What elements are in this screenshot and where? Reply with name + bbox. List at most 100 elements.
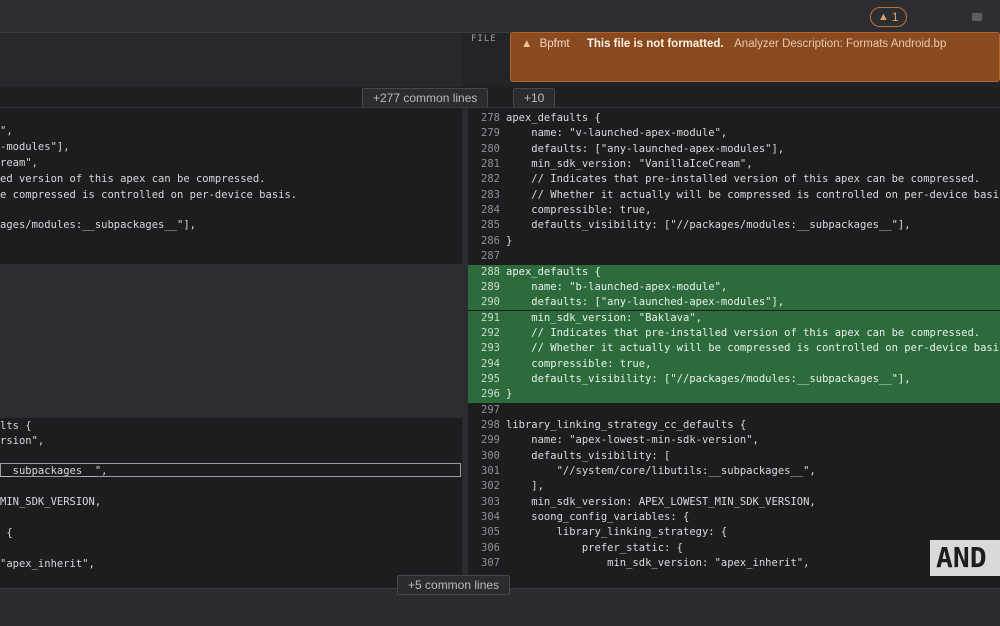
line-number[interactable]: 292: [468, 326, 500, 341]
expand-10-lines-button[interactable]: +10: [513, 88, 556, 108]
code-line: 287: [468, 249, 1000, 264]
code-text: compressible: true,: [506, 357, 652, 370]
added-code-line: 295 defaults_visibility: ["//packages/mo…: [468, 371, 1000, 388]
line-number[interactable]: 287: [468, 249, 500, 264]
code-line: 297: [468, 403, 1000, 418]
line-number[interactable]: 291: [468, 311, 500, 326]
code-text: }: [506, 388, 513, 401]
code-text: prefer_static: {: [506, 541, 684, 554]
left-code-line: ",: [0, 125, 13, 137]
code-line: 304 soong_config_variables: {: [468, 510, 1000, 525]
code-line: 303 min_sdk_version: APEX_LOWEST_MIN_SDK…: [468, 495, 1000, 510]
line-number[interactable]: 304: [468, 510, 500, 525]
left-code-line: {: [0, 527, 13, 539]
left-code-line: -modules"],: [0, 141, 70, 153]
top-toolbar: ▲ 1: [0, 0, 1000, 33]
line-number[interactable]: 299: [468, 433, 500, 448]
added-code-line: 296}: [468, 387, 1000, 403]
left-code-line: e compressed is controlled on per-device…: [0, 189, 298, 201]
line-number[interactable]: 279: [468, 126, 500, 141]
left-code-line: ages/modules:__subpackages__"],: [0, 219, 196, 231]
code-text: min_sdk_version: "Baklava",: [506, 311, 702, 324]
window-control-icon[interactable]: [972, 13, 982, 21]
code-text: name: "b-launched-apex-module",: [506, 280, 728, 293]
line-number[interactable]: 300: [468, 449, 500, 464]
code-line: 300 defaults_visibility: [: [468, 449, 1000, 464]
code-line: 282 // Indicates that pre-installed vers…: [468, 172, 1000, 187]
expand-common-lines-button[interactable]: +277 common lines: [362, 88, 489, 108]
line-number[interactable]: 296: [468, 387, 500, 402]
added-code-line: 294 compressible: true,: [468, 356, 1000, 372]
line-number[interactable]: 288: [468, 265, 500, 280]
code-text: // Indicates that pre-installed version …: [506, 326, 981, 339]
code-text: // Indicates that pre-installed version …: [506, 173, 981, 186]
file-label: FILE: [471, 34, 497, 44]
code-line: 278 apex_defaults {: [468, 111, 1000, 126]
warning-icon: ▲: [521, 38, 533, 50]
analyzer-finding-banner[interactable]: ▲ Bpfmt This file is not formatted. Anal…: [510, 32, 1000, 82]
code-text: defaults: ["any-launched-apex-modules"],: [506, 142, 785, 155]
code-text: library_linking_strategy: {: [506, 526, 728, 539]
code-text: min_sdk_version: APEX_LOWEST_MIN_SDK_VER…: [506, 495, 816, 508]
right-diff-pane: 278 apex_defaults { 279 name: "v-launched-…: [468, 108, 1000, 588]
added-code-line: 288 apex_defaults {: [468, 264, 1000, 280]
code-line: 302 ],: [468, 479, 1000, 494]
line-number[interactable]: 297: [468, 403, 500, 418]
line-number[interactable]: 286: [468, 234, 500, 249]
line-number[interactable]: 307: [468, 556, 500, 571]
line-number[interactable]: 306: [468, 541, 500, 556]
code-text: apex_defaults {: [506, 112, 601, 124]
code-line: 305 library_linking_strategy: {: [468, 525, 1000, 540]
line-number[interactable]: 283: [468, 188, 500, 203]
code-text: soong_config_variables: {: [506, 511, 690, 524]
code-line: 281 min_sdk_version: "VanillaIceCream",: [468, 157, 1000, 172]
line-number[interactable]: 298: [468, 418, 500, 433]
code-line: 298 library_linking_strategy_cc_defaults …: [468, 418, 1000, 433]
code-line: 307 min_sdk_version: "apex_inherit",: [468, 556, 1000, 571]
line-number[interactable]: 294: [468, 357, 500, 372]
line-number[interactable]: 280: [468, 142, 500, 157]
line-number[interactable]: 289: [468, 280, 500, 295]
code-line: 283 // Whether it actually will be compr…: [468, 188, 1000, 203]
code-line: 279 name: "v-launched-apex-module",: [468, 126, 1000, 141]
line-number[interactable]: 290: [468, 295, 500, 310]
expand-common-lines-bottom-button[interactable]: +5 common lines: [397, 575, 511, 595]
watermark-logo: AND: [930, 540, 1000, 576]
code-line: 284 compressible: true,: [468, 203, 1000, 218]
line-number[interactable]: 305: [468, 525, 500, 540]
code-text: // Whether it actually will be compresse…: [506, 342, 1000, 355]
left-code-line: lts {: [0, 420, 32, 432]
line-number[interactable]: 284: [468, 203, 500, 218]
code-text: "//system/core/libutils:__subpackages__"…: [506, 465, 816, 478]
code-text: }: [506, 234, 513, 247]
left-pane-header: [0, 33, 462, 87]
code-line: 285 defaults_visibility: ["//packages/mo…: [468, 218, 1000, 233]
added-code-line: 292 // Indicates that pre-installed vers…: [468, 325, 1000, 342]
code-text: name: "apex-lowest-min-sdk-version",: [506, 434, 759, 447]
line-number[interactable]: 285: [468, 218, 500, 233]
code-text: defaults_visibility: [: [506, 449, 671, 462]
line-number[interactable]: 295: [468, 372, 500, 387]
line-number[interactable]: 281: [468, 157, 500, 172]
line-number[interactable]: 303: [468, 495, 500, 510]
line-number[interactable]: 293: [468, 341, 500, 356]
line-number[interactable]: 301: [468, 464, 500, 479]
line-number[interactable]: 282: [468, 172, 500, 187]
code-text: defaults_visibility: ["//packages/module…: [506, 372, 911, 385]
analyzer-description: Analyzer Description: Formats Android.bp: [734, 38, 947, 50]
code-line: 280 defaults: ["any-launched-apex-module…: [468, 142, 1000, 157]
warning-count: 1: [891, 10, 899, 24]
code-line: 286}: [468, 234, 1000, 249]
left-code-line: __subpackages__",: [0, 465, 108, 477]
code-text: compressible: true,: [506, 204, 652, 217]
warning-count-badge[interactable]: ▲ 1: [870, 7, 907, 27]
analyzer-message: This file is not formatted.: [586, 38, 724, 50]
code-text: apex_defaults {: [506, 265, 601, 278]
analyzer-name: Bpfmt: [539, 38, 570, 50]
added-code-line: 293 // Whether it actually will be compr…: [468, 341, 1000, 357]
left-code-line: rsion",: [0, 435, 45, 447]
line-number[interactable]: 278: [468, 111, 500, 126]
left-code-line: ed version of this apex can be compresse…: [0, 173, 266, 185]
code-text: library_linking_strategy_cc_defaults {: [506, 419, 747, 431]
line-number[interactable]: 302: [468, 479, 500, 494]
